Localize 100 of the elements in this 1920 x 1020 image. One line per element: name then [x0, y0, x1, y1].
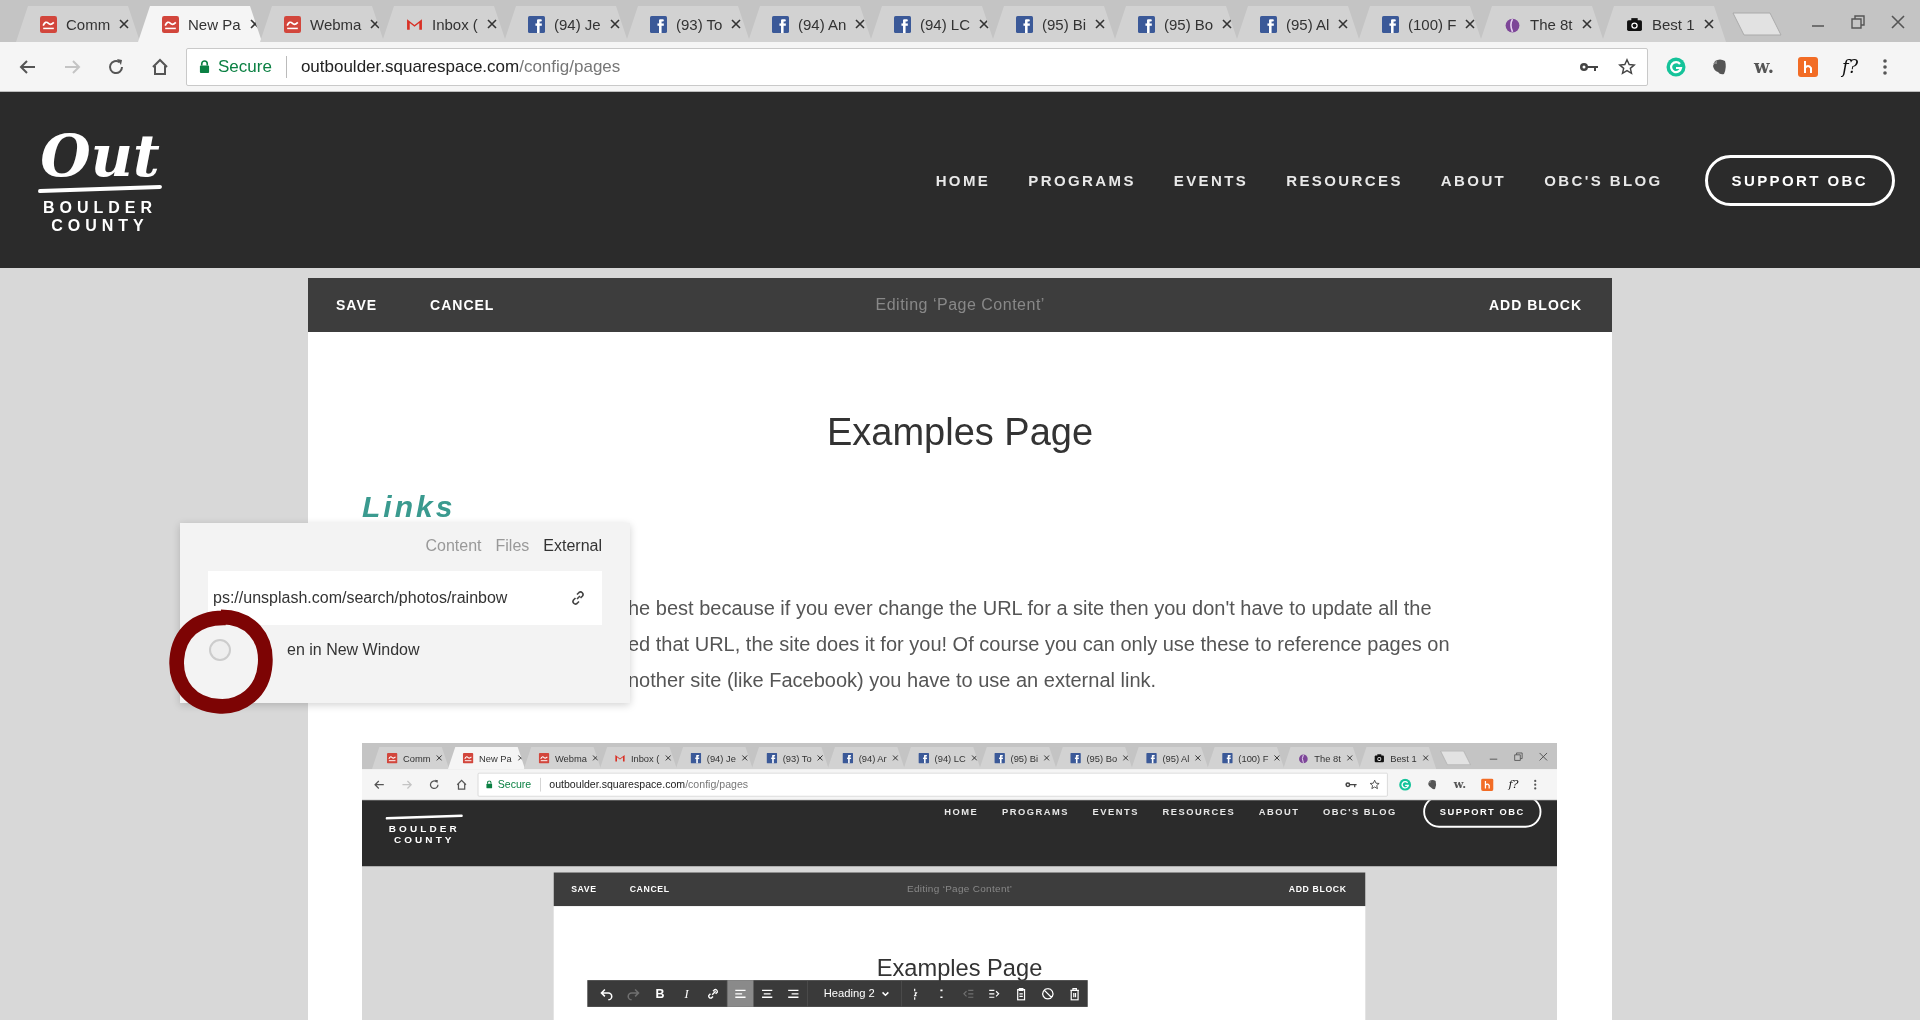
secure-label: Secure [497, 778, 532, 791]
logo-script[interactable]: Out [40, 125, 160, 187]
add-block-button[interactable]: ADD BLOCK [1283, 879, 1352, 900]
browser-tab[interactable]: (94) LC [870, 6, 994, 42]
browser-tab[interactable]: Comm [371, 746, 450, 770]
extension-button[interactable]: w. [1453, 777, 1467, 791]
menu-icon[interactable] [1882, 56, 1889, 77]
logo-text[interactable]: BOULDER [388, 823, 460, 835]
browser-tab[interactable]: New Pa [447, 746, 526, 770]
browser-tab[interactable]: Comm [16, 6, 140, 42]
star-icon[interactable] [1617, 57, 1637, 76]
reload-icon[interactable] [106, 56, 126, 77]
nav-link[interactable]: RESOURCES [1286, 171, 1403, 189]
bold-button[interactable]: B [646, 980, 674, 1007]
browser-tab[interactable]: (100) F [1358, 6, 1482, 42]
home-icon[interactable] [150, 56, 170, 77]
nav-link[interactable]: PROGRAMS [1028, 171, 1136, 189]
browser-tab[interactable]: (93) To [751, 746, 829, 770]
browser-tab[interactable]: (95) Bi [979, 746, 1057, 770]
logo-text[interactable]: COUNTY [51, 217, 149, 235]
caret-icon [881, 989, 890, 998]
close-icon[interactable] [1095, 19, 1106, 29]
browser-tab[interactable]: The 8t [1283, 746, 1361, 770]
nav-link[interactable]: RESOURCES [1162, 806, 1236, 817]
browser-tab[interactable]: Inbox ( [599, 746, 677, 770]
browser-tab[interactable]: Best 1 [1359, 746, 1437, 770]
nav-link[interactable]: ABOUT [1440, 171, 1507, 189]
close-icon[interactable] [1338, 19, 1349, 29]
paragraph-text: nother site (like Facebook) you have to use an external link. [628, 668, 1158, 693]
browser-tab[interactable]: Webma [523, 746, 601, 770]
nav-link[interactable]: OBC'S BLOG [1544, 171, 1663, 189]
facebook-icon [1260, 15, 1277, 33]
browser-tab[interactable]: (95) Al [1236, 6, 1360, 42]
link-type-tab[interactable]: External [543, 537, 602, 555]
nav-link[interactable]: OBC'S BLOG [1323, 806, 1397, 817]
url-field[interactable]: ps://unsplash.com/search/photos/rainbow [208, 571, 602, 625]
browser-tab[interactable]: New Pa [138, 6, 262, 42]
nav-link[interactable]: HOME [935, 171, 991, 189]
close-icon[interactable] [979, 19, 990, 29]
browser-tab[interactable]: (100) F [1207, 746, 1285, 770]
close-icon[interactable] [1581, 19, 1592, 29]
nav-link[interactable]: EVENTS [1173, 171, 1249, 189]
elephant-icon[interactable] [1426, 778, 1439, 791]
close-icon[interactable] [486, 19, 497, 29]
lock-icon [199, 60, 210, 73]
browser-tab[interactable]: (94) Je [675, 746, 753, 770]
close-icon[interactable] [1703, 19, 1714, 29]
facebook-icon [690, 752, 702, 764]
save-button[interactable]: SAVE [328, 289, 386, 321]
logo-text[interactable]: COUNTY [393, 834, 455, 846]
menu-icon[interactable] [1533, 778, 1538, 791]
close-icon[interactable] [609, 19, 620, 29]
tab-title: Inbox ( [630, 752, 660, 764]
address-bar[interactable]: Secure outboulder.squarespace.com/config/pages [477, 772, 1388, 797]
radio-button[interactable] [209, 639, 231, 661]
save-button[interactable]: SAVE [566, 879, 602, 900]
close-icon[interactable] [731, 19, 742, 29]
browser-tab[interactable]: (94) Je [504, 6, 628, 42]
browser-tab[interactable]: (93) To [626, 6, 750, 42]
browser-tab[interactable]: Webma [260, 6, 384, 42]
browser-tab[interactable]: (95) Bi [992, 6, 1116, 42]
close-icon[interactable] [370, 19, 381, 29]
nav-link[interactable]: PROGRAMS [1002, 806, 1069, 817]
browser-tab[interactable]: Inbox ( [382, 6, 506, 42]
browser-tab[interactable]: (95) Bo [1114, 6, 1238, 42]
address-bar[interactable]: Secure outboulder.squarespace.com/config/pages [186, 47, 1648, 86]
extension-button[interactable]: w. [1754, 56, 1774, 77]
cancel-button[interactable]: CANCEL [422, 289, 503, 321]
browser-tab[interactable]: (94) Ar [827, 746, 905, 770]
facebook-icon [1146, 752, 1157, 764]
extension-icon[interactable] [1481, 778, 1494, 791]
support-button[interactable]: SUPPORT OBC [1704, 154, 1895, 206]
facebook-icon [842, 752, 854, 764]
heading-dropdown[interactable]: Heading 2 [807, 980, 901, 1007]
align-button[interactable] [727, 980, 754, 1007]
italic-button[interactable]: I [673, 980, 700, 1007]
logo-text[interactable]: BOULDER [42, 199, 158, 217]
cancel-button[interactable]: CANCEL [624, 879, 675, 900]
extension-button[interactable]: f? [1841, 56, 1859, 77]
browser-tab[interactable]: (94) An [748, 6, 872, 42]
site-favicon-icon [40, 15, 57, 33]
facebook-icon [918, 752, 929, 764]
browser-tab[interactable]: Best 1 [1602, 6, 1726, 42]
nav-link[interactable]: HOME [944, 806, 979, 817]
nav-link[interactable]: ABOUT [1258, 806, 1300, 817]
close-icon[interactable] [855, 19, 866, 29]
close-icon[interactable] [119, 19, 130, 29]
extension-icon[interactable] [1797, 56, 1818, 77]
camera-icon [1626, 15, 1643, 33]
browser-tab[interactable]: The 8t [1480, 6, 1604, 42]
browser-tab[interactable]: (95) Bo [1055, 746, 1133, 770]
close-icon[interactable] [1465, 19, 1476, 29]
restore-icon[interactable] [1850, 14, 1866, 30]
nav-link[interactable]: EVENTS [1092, 806, 1139, 817]
browser-tab[interactable]: (95) Al [1131, 746, 1209, 770]
add-block-button[interactable]: ADD BLOCK [1481, 289, 1590, 321]
browser-tab[interactable]: (94) LC [903, 746, 981, 770]
close-icon[interactable] [1222, 19, 1233, 29]
extension-button[interactable]: f? [1508, 777, 1519, 791]
support-button[interactable]: SUPPORT OBC [1422, 800, 1542, 828]
